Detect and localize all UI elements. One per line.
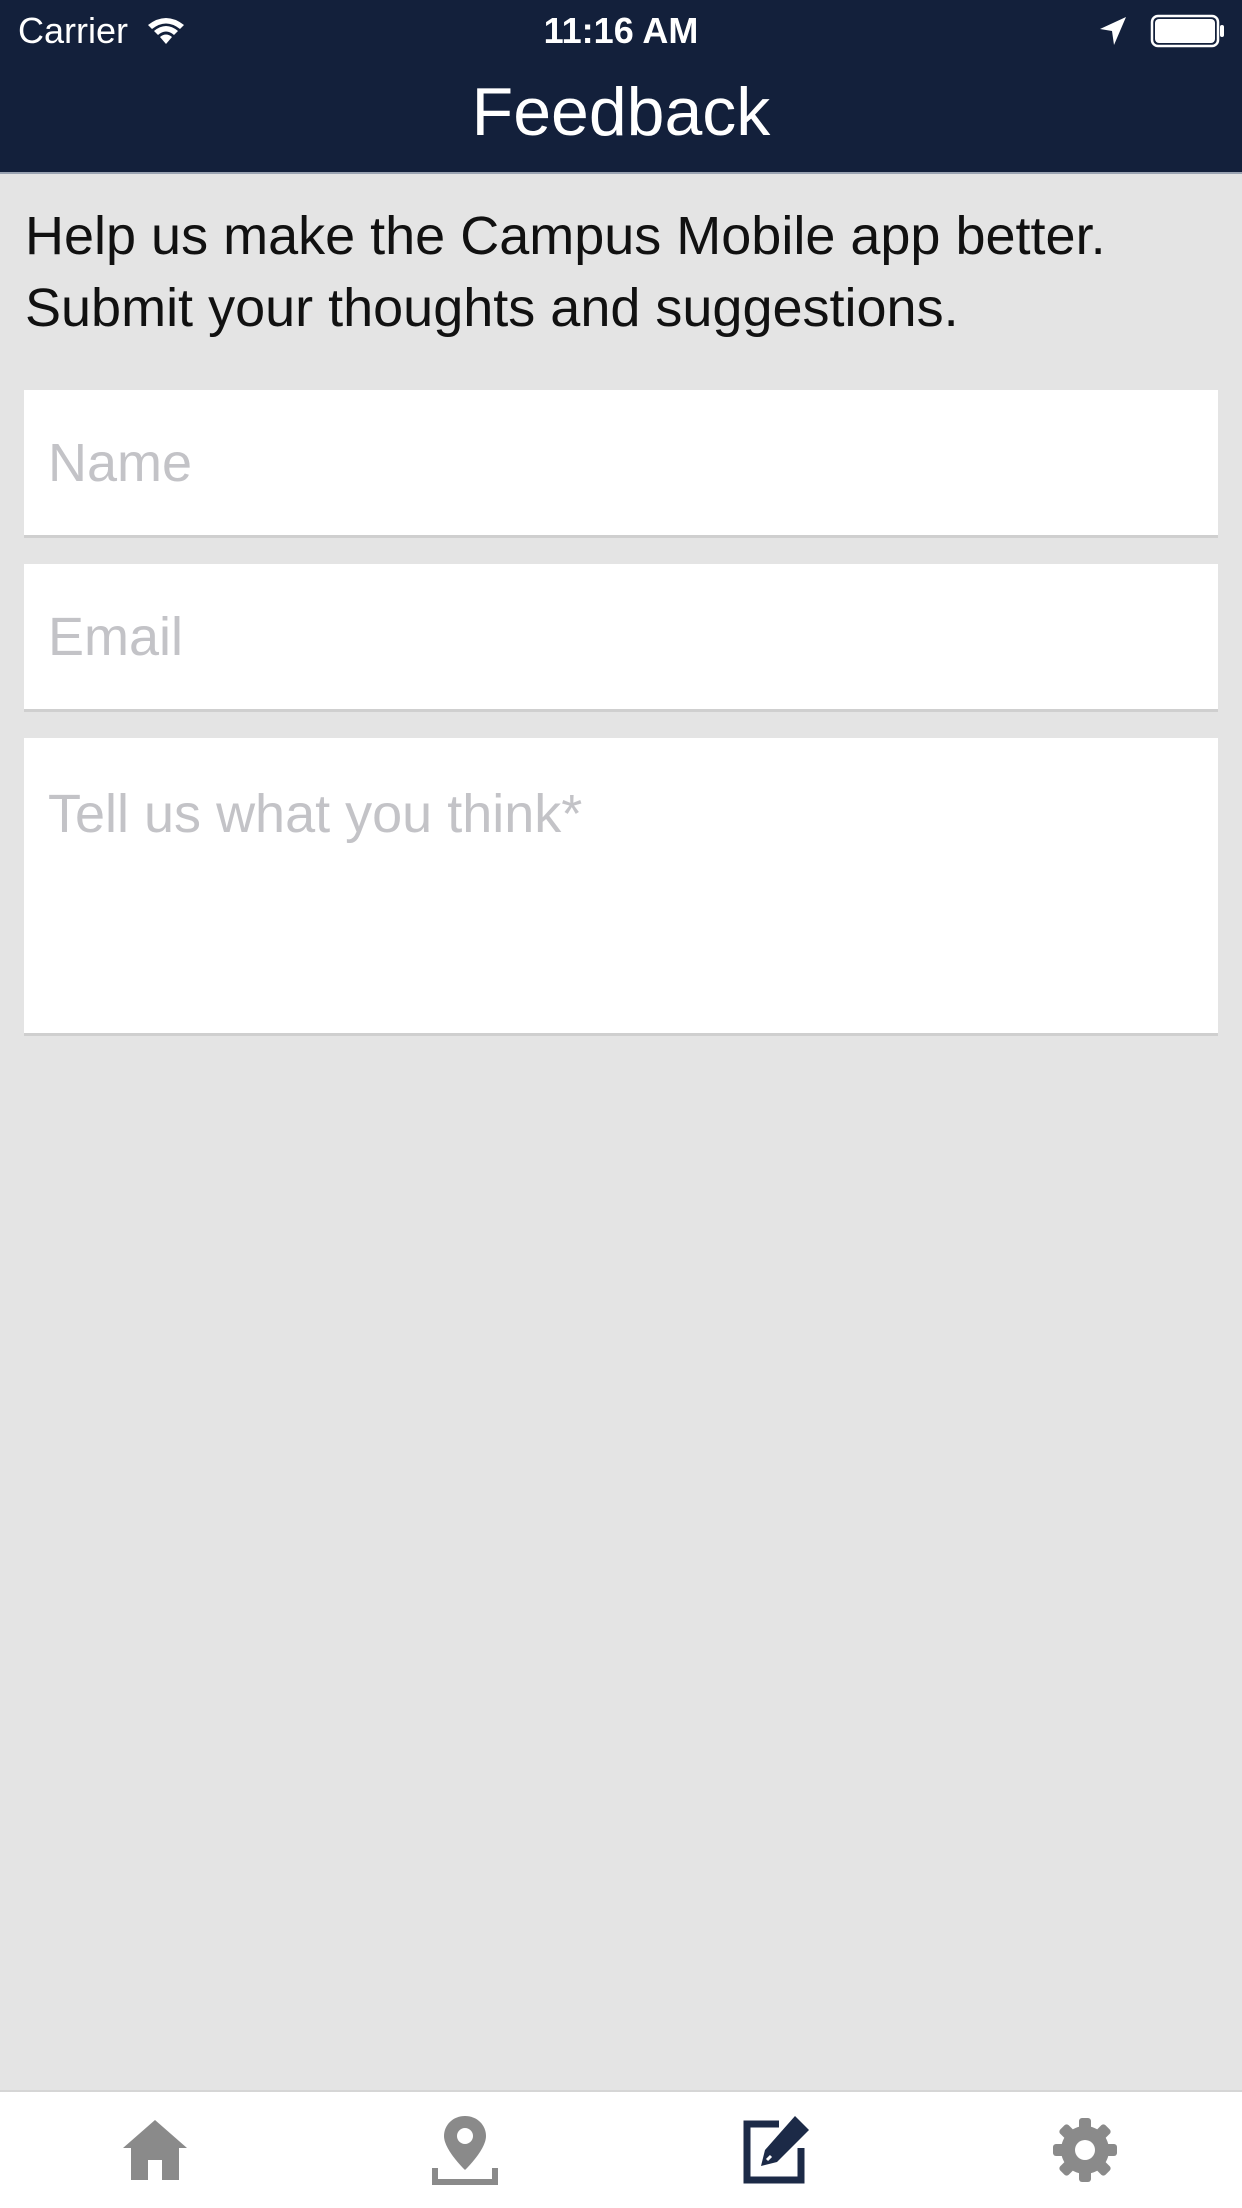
- battery-icon: [1150, 14, 1224, 48]
- tab-settings[interactable]: [930, 2092, 1240, 2208]
- map-pin-icon: [432, 2116, 498, 2185]
- home-icon: [123, 2120, 187, 2180]
- tab-feedback[interactable]: [620, 2092, 930, 2208]
- feedback-screen: Carrier 11:16 AM Feedback Help us make t…: [0, 0, 1242, 2208]
- intro-text: Help us make the Campus Mobile app bette…: [25, 206, 1106, 338]
- tab-home[interactable]: [0, 2092, 310, 2208]
- edit-icon: [743, 2116, 809, 2184]
- header-divider: [0, 172, 1242, 174]
- status-indicators: [1098, 14, 1226, 48]
- header: Carrier 11:16 AM Feedback: [0, 0, 1242, 174]
- gear-icon: [1053, 2118, 1117, 2182]
- tab-map[interactable]: [310, 2092, 620, 2208]
- status-time: 11:16 AM: [543, 10, 699, 51]
- tab-bar: [0, 2090, 1242, 2208]
- location-arrow-icon: [1100, 17, 1126, 45]
- status-bar: Carrier 11:16 AM: [0, 0, 1242, 62]
- email-field[interactable]: [24, 564, 1218, 712]
- page-title: Feedback: [471, 74, 771, 150]
- name-field[interactable]: [24, 390, 1218, 538]
- feedback-textarea[interactable]: [24, 738, 1218, 1036]
